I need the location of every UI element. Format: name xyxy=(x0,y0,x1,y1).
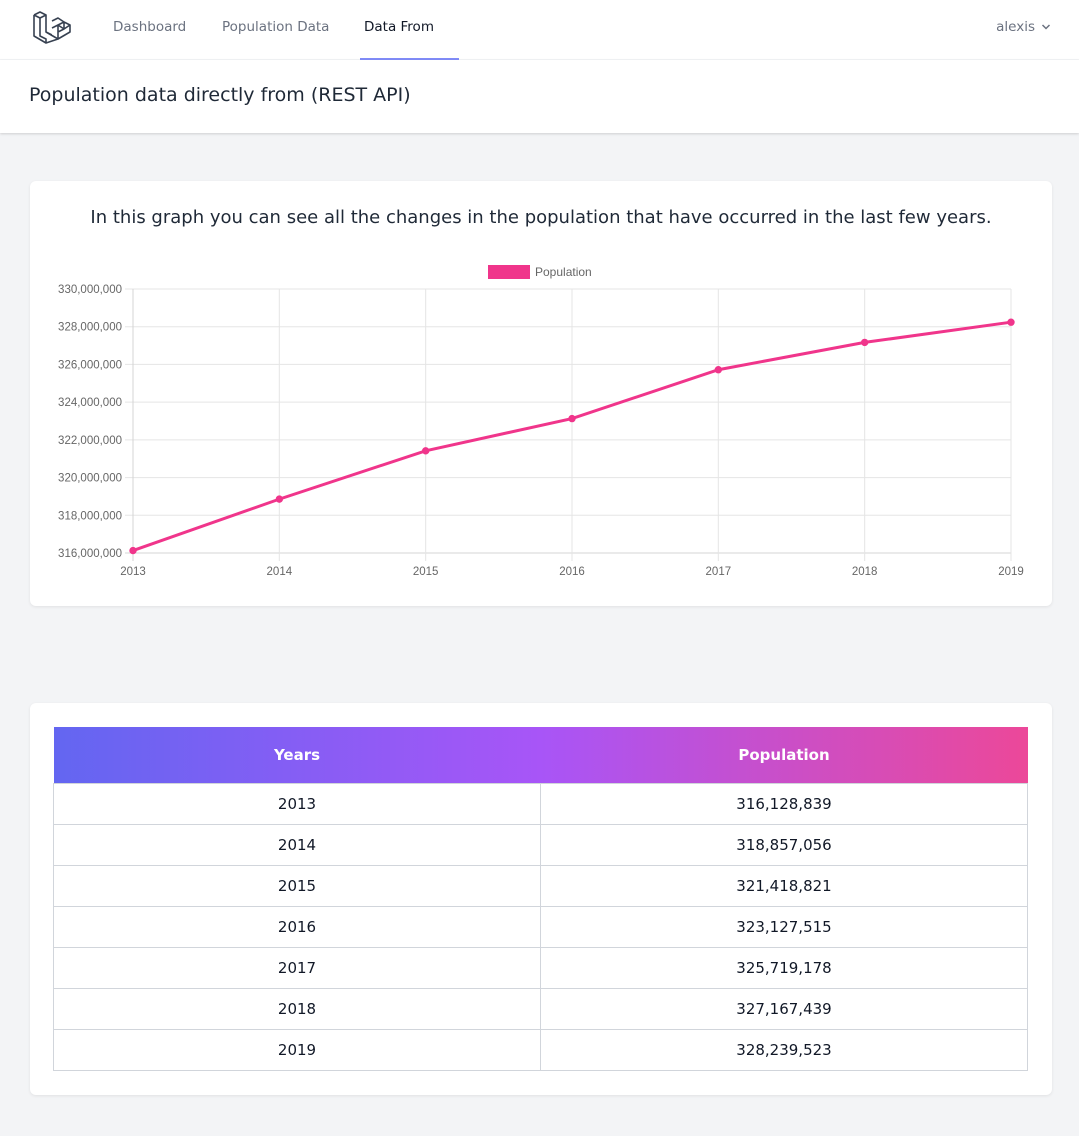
y-tick-label: 316,000,000 xyxy=(58,548,122,560)
y-tick-label: 318,000,000 xyxy=(58,510,122,522)
data-point xyxy=(1007,318,1015,326)
y-tick-label: 326,000,000 xyxy=(58,359,122,371)
year-cell: 2014 xyxy=(53,823,541,866)
population-cell: 321,418,821 xyxy=(540,864,1028,907)
column-header-years: Years xyxy=(273,745,321,764)
nav-link-data-from-api[interactable]: Data From Api xyxy=(360,0,459,89)
legend-swatch xyxy=(488,265,530,279)
x-tick-label: 2013 xyxy=(120,566,146,578)
x-tick-label: 2016 xyxy=(559,566,585,578)
population-cell: 325,719,178 xyxy=(540,946,1028,989)
year-cell: 2016 xyxy=(53,905,541,948)
chart-card: In this graph you can see all the change… xyxy=(30,181,1052,606)
y-tick-label: 320,000,000 xyxy=(58,473,122,485)
page-title: Population data directly from (REST API) xyxy=(29,84,411,106)
x-tick-label: 2017 xyxy=(706,566,732,578)
nav-link-population-data[interactable]: Population Data xyxy=(222,0,329,60)
population-cell: 327,167,439 xyxy=(540,987,1028,1030)
y-tick-label: 322,000,000 xyxy=(58,435,122,447)
population-line-chart: 316,000,000 318,000,000 320,000,000 322,000… xyxy=(58,265,1024,578)
table-row: 2014 318,857,056 xyxy=(53,823,1028,866)
population-cell: 316,128,839 xyxy=(540,782,1028,825)
data-point xyxy=(129,546,137,555)
table-row: 2019 328,239,523 xyxy=(53,1028,1028,1071)
year-cell: 2018 xyxy=(53,987,541,1030)
x-tick-label: 2014 xyxy=(267,566,293,578)
table-card: Years Population 2013 316,128,839 2014 318… xyxy=(30,703,1052,1095)
table-row: 2016 323,127,515 xyxy=(53,905,1028,948)
population-cell: 323,127,515 xyxy=(540,905,1028,948)
year-cell: 2017 xyxy=(53,946,541,989)
population-cell: 328,239,523 xyxy=(540,1028,1028,1071)
data-point xyxy=(714,366,723,374)
year-cell: 2013 xyxy=(53,782,541,825)
user-name: alexis xyxy=(996,19,1035,35)
table-header-row: Years Population xyxy=(53,727,1028,783)
population-table: Years Population 2013 316,128,839 2014 318… xyxy=(53,727,1028,1071)
laravel-logo-icon[interactable] xyxy=(31,8,71,46)
chevron-down-icon xyxy=(1041,24,1051,30)
table-row: 2017 325,719,178 xyxy=(53,946,1028,989)
page-header: Population data directly from (REST API) xyxy=(0,60,1079,133)
data-point xyxy=(568,414,576,423)
y-tick-label: 328,000,000 xyxy=(58,322,122,334)
year-cell: 2015 xyxy=(53,864,541,907)
table-row: 2015 321,418,821 xyxy=(53,864,1028,907)
x-tick-label: 2019 xyxy=(998,566,1024,578)
data-point xyxy=(860,338,869,347)
table-row: 2013 316,128,839 xyxy=(53,782,1028,825)
x-tick-label: 2015 xyxy=(413,566,439,578)
table-row: 2018 327,167,439 xyxy=(53,987,1028,1030)
x-tick-label: 2018 xyxy=(852,566,878,578)
data-point xyxy=(421,447,430,455)
y-tick-label: 330,000,000 xyxy=(58,284,122,296)
user-menu[interactable]: alexis xyxy=(996,0,1051,60)
nav-link-dashboard[interactable]: Dashboard xyxy=(113,0,186,60)
data-point xyxy=(275,495,284,503)
population-cell: 318,857,056 xyxy=(540,823,1028,866)
legend-label: Population xyxy=(535,265,592,279)
column-header-population: Population xyxy=(738,745,830,764)
y-tick-label: 324,000,000 xyxy=(58,397,122,409)
year-cell: 2019 xyxy=(53,1028,541,1071)
navbar: Dashboard Population Data Data From Api … xyxy=(0,0,1079,89)
